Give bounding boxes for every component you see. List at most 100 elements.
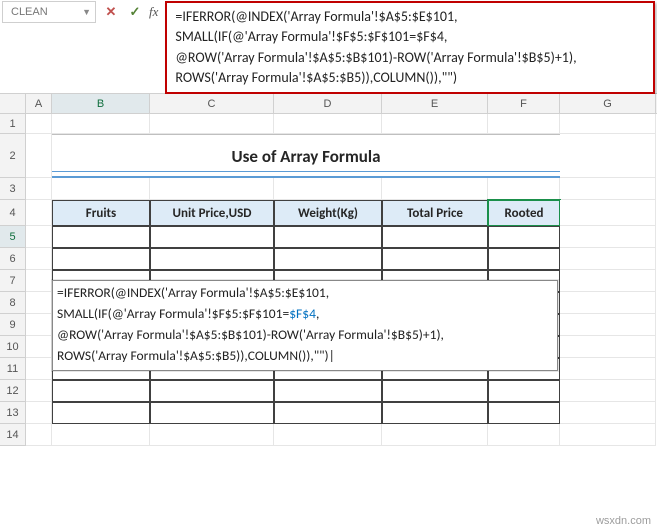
row-header[interactable]: 8: [0, 292, 26, 314]
header-fruits[interactable]: Fruits: [52, 200, 150, 226]
cell[interactable]: [150, 178, 274, 200]
row-header[interactable]: 12: [0, 380, 26, 402]
cell[interactable]: [26, 134, 52, 178]
cell[interactable]: [150, 114, 274, 134]
cell[interactable]: [488, 424, 560, 446]
row-header[interactable]: 10: [0, 336, 26, 358]
cell[interactable]: [274, 114, 382, 134]
col-header-F[interactable]: F: [488, 94, 560, 113]
cell[interactable]: [274, 178, 382, 200]
cell[interactable]: [560, 424, 656, 446]
cell[interactable]: [150, 248, 274, 270]
cell[interactable]: [150, 424, 274, 446]
row-header[interactable]: 7: [0, 270, 26, 292]
cell[interactable]: [488, 248, 560, 270]
enter-icon[interactable]: ✓: [125, 2, 145, 22]
cell[interactable]: [52, 114, 150, 134]
cell[interactable]: [382, 226, 488, 248]
cell[interactable]: [382, 402, 488, 424]
cell[interactable]: [150, 402, 274, 424]
cell[interactable]: [488, 226, 560, 248]
cell[interactable]: [150, 226, 274, 248]
cell[interactable]: [26, 336, 52, 358]
cell[interactable]: [26, 314, 52, 336]
col-header-A[interactable]: A: [26, 94, 52, 113]
col-header-G[interactable]: G: [560, 94, 656, 113]
cell[interactable]: [26, 178, 52, 200]
cell[interactable]: [560, 336, 656, 358]
row-header[interactable]: 14: [0, 424, 26, 446]
col-header-B[interactable]: B: [52, 94, 150, 113]
cell[interactable]: [26, 248, 52, 270]
cell[interactable]: [150, 380, 274, 402]
cell[interactable]: [26, 114, 52, 134]
cell[interactable]: [52, 402, 150, 424]
cell[interactable]: [488, 380, 560, 402]
cell[interactable]: [274, 380, 382, 402]
cell[interactable]: [382, 178, 488, 200]
cell[interactable]: [382, 248, 488, 270]
cell[interactable]: [26, 402, 52, 424]
cell[interactable]: [560, 134, 656, 178]
row-header[interactable]: 3: [0, 178, 26, 200]
row-header[interactable]: 2: [0, 134, 26, 178]
cell[interactable]: [26, 358, 52, 380]
cell[interactable]: [488, 114, 560, 134]
row-header[interactable]: 9: [0, 314, 26, 336]
row-header[interactable]: 6: [0, 248, 26, 270]
cell[interactable]: [52, 178, 150, 200]
cell[interactable]: [382, 424, 488, 446]
cell[interactable]: [382, 380, 488, 402]
cell[interactable]: [488, 402, 560, 424]
cell[interactable]: [274, 226, 382, 248]
col-header-D[interactable]: D: [274, 94, 382, 113]
cell[interactable]: [560, 292, 656, 314]
cell[interactable]: [52, 380, 150, 402]
cell[interactable]: [26, 380, 52, 402]
formula-bar[interactable]: =IFERROR(@INDEX('Array Formula'!$A$5:$E$…: [165, 1, 655, 94]
cell[interactable]: [382, 114, 488, 134]
header-rooted[interactable]: Rooted: [488, 200, 560, 226]
cell[interactable]: [560, 114, 656, 134]
cell[interactable]: [52, 248, 150, 270]
header-weight[interactable]: Weight(Kg): [274, 200, 382, 226]
cell[interactable]: [26, 270, 52, 292]
cell[interactable]: [26, 424, 52, 446]
cell[interactable]: [488, 178, 560, 200]
cell[interactable]: [560, 402, 656, 424]
cell[interactable]: [560, 178, 656, 200]
cell-B5[interactable]: [52, 226, 150, 248]
row-header[interactable]: 13: [0, 402, 26, 424]
col-header-C[interactable]: C: [150, 94, 274, 113]
row: 2 Use of Array Formula: [0, 134, 657, 178]
cell[interactable]: [26, 292, 52, 314]
cell[interactable]: [274, 248, 382, 270]
row-header[interactable]: 11: [0, 358, 26, 380]
select-all-corner[interactable]: [0, 94, 26, 113]
cell[interactable]: [560, 358, 656, 380]
row-header[interactable]: 4: [0, 200, 26, 226]
cell[interactable]: [26, 226, 52, 248]
header-unit-price[interactable]: Unit Price,USD: [150, 200, 274, 226]
cell[interactable]: [560, 380, 656, 402]
cell[interactable]: [560, 248, 656, 270]
cell[interactable]: [52, 424, 150, 446]
formula-controls: ✕ ✓ fx: [96, 1, 163, 23]
cell[interactable]: [560, 200, 656, 226]
row-header[interactable]: 5: [0, 226, 26, 248]
fx-label[interactable]: fx: [149, 4, 158, 20]
cell[interactable]: [560, 270, 656, 292]
row-header[interactable]: 1: [0, 114, 26, 134]
cell[interactable]: [26, 200, 52, 226]
cell[interactable]: [274, 424, 382, 446]
header-total-price[interactable]: Total Price: [382, 200, 488, 226]
col-header-E[interactable]: E: [382, 94, 488, 113]
cancel-icon[interactable]: ✕: [101, 2, 121, 22]
cell[interactable]: [274, 402, 382, 424]
cell[interactable]: [560, 226, 656, 248]
name-box[interactable]: CLEAN ▼: [2, 1, 96, 23]
title-cell[interactable]: Use of Array Formula: [52, 134, 560, 178]
chevron-down-icon[interactable]: ▼: [82, 7, 91, 17]
cell-editor[interactable]: =IFERROR(@INDEX('Array Formula'!$A$5:$E$…: [52, 280, 558, 371]
cell[interactable]: [560, 314, 656, 336]
